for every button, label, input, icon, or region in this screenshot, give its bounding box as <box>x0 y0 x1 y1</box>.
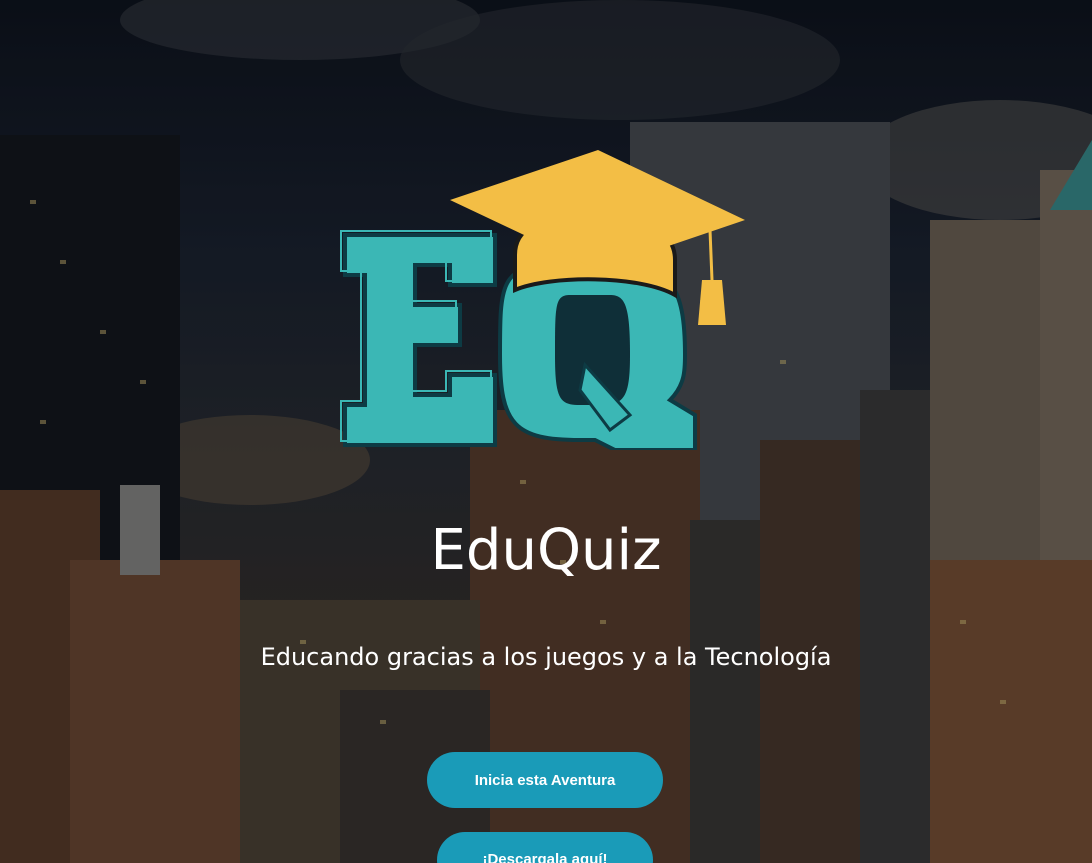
hero-section: EduQuiz Educando gracias a los juegos y … <box>0 0 1092 863</box>
eduquiz-logo <box>340 145 760 450</box>
start-adventure-button[interactable]: Inicia esta Aventura <box>427 752 663 808</box>
download-button[interactable]: ¡Descargala aquí! <box>437 832 653 863</box>
app-tagline: Educando gracias a los juegos y a la Tec… <box>0 643 1092 671</box>
logo-letter-e <box>341 231 495 445</box>
app-title: EduQuiz <box>0 518 1092 583</box>
